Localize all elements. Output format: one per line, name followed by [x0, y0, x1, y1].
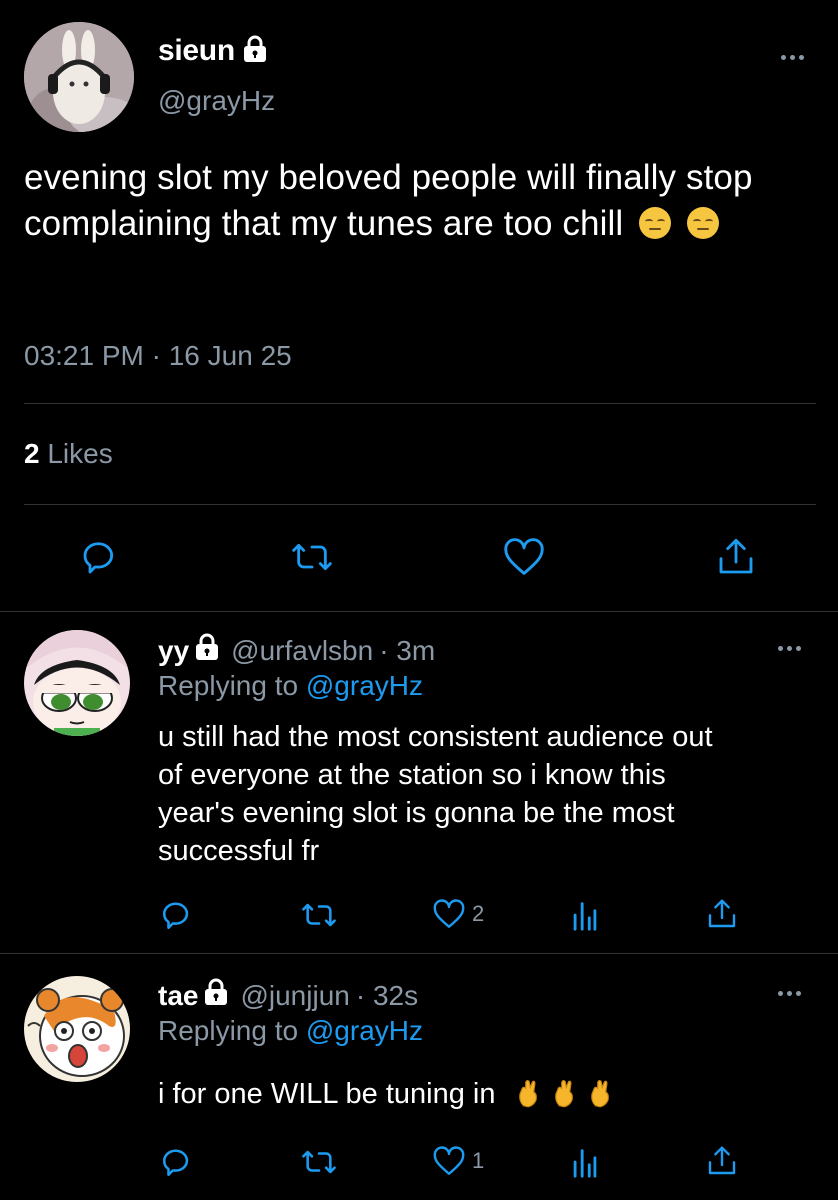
like-button[interactable]: 1: [432, 1145, 484, 1177]
crossed-fingers-icon: [518, 1079, 537, 1108]
retweet-button[interactable]: [300, 1145, 338, 1179]
heart-icon: [433, 1146, 465, 1175]
pensive-face-icon: [686, 207, 719, 239]
like-count: 1: [472, 1148, 485, 1173]
crossed-fingers-icon: [554, 1079, 573, 1108]
replying-to: Replying to @grayHz: [158, 670, 423, 702]
retweet-icon: [302, 903, 336, 927]
divider: [0, 953, 838, 954]
tweet-timestamp[interactable]: 03:21 PM · 16 Jun 25: [24, 340, 292, 372]
reply-author-row: yy @urfavlsbn · 3m: [158, 633, 435, 668]
pensive-face-icon: [639, 207, 672, 239]
reply-icon: [162, 1149, 189, 1177]
share-button[interactable]: [716, 535, 756, 579]
reply-author-name[interactable]: tae: [158, 980, 198, 1012]
divider: [24, 504, 816, 505]
reply-button[interactable]: [160, 898, 194, 932]
share-icon: [708, 899, 736, 928]
reply-author-row: tae @junjjun · 32s: [158, 978, 418, 1013]
reply-text-line: u still had the most consistent audience…: [158, 721, 713, 753]
like-button[interactable]: [502, 537, 546, 577]
lock-icon: [204, 978, 228, 1013]
analytics-icon: [573, 1149, 597, 1178]
retweet-button[interactable]: [290, 537, 334, 577]
avatar[interactable]: [24, 22, 134, 132]
main-tweet-header: sieun @grayHz: [24, 22, 814, 132]
divider: [0, 611, 838, 612]
reply-text: u still had the most consistent audience…: [158, 718, 818, 870]
reply-icon: [83, 542, 114, 574]
lock-icon: [243, 35, 267, 68]
replying-prefix: Replying to: [158, 670, 299, 701]
author-name[interactable]: sieun: [158, 34, 235, 68]
share-icon: [719, 538, 753, 574]
avatar[interactable]: [24, 976, 130, 1082]
reply-text-line: year's evening slot is gonna be the most: [158, 797, 675, 829]
crossed-fingers-icon: [590, 1079, 609, 1108]
reply-text-line: successful fr: [158, 835, 320, 867]
share-icon: [708, 1146, 736, 1175]
reply-text-body: i for one WILL be tuning in: [158, 1078, 496, 1110]
lock-icon: [195, 633, 219, 668]
reply-time[interactable]: · 32s: [356, 980, 418, 1012]
share-button[interactable]: [706, 1143, 738, 1179]
heart-icon: [504, 538, 544, 575]
mention-link[interactable]: @grayHz: [306, 1015, 423, 1046]
retweet-button[interactable]: [300, 898, 338, 932]
analytics-button[interactable]: [570, 1145, 600, 1179]
divider: [24, 403, 816, 404]
like-button[interactable]: 2: [432, 898, 484, 930]
replying-to: Replying to @grayHz: [158, 1015, 423, 1047]
retweet-icon: [292, 543, 332, 571]
retweet-icon: [302, 1150, 336, 1174]
likes-label: Likes: [47, 438, 113, 469]
likes-summary[interactable]: 2 Likes: [24, 438, 113, 470]
reply-time[interactable]: · 3m: [379, 635, 435, 667]
reply-icon: [162, 902, 189, 930]
reply-button[interactable]: [160, 1145, 194, 1179]
analytics-icon: [573, 902, 597, 931]
share-button[interactable]: [706, 896, 738, 932]
reply-author-handle[interactable]: @junjjun: [240, 980, 349, 1012]
more-options-icon[interactable]: [778, 991, 801, 996]
reply-author-name[interactable]: yy: [158, 635, 189, 667]
more-options-icon[interactable]: [781, 55, 804, 60]
plush-bunny-avatar-image: [24, 22, 134, 132]
tweet-thread: sieun @grayHz evening slot my beloved pe…: [0, 0, 838, 1200]
reply-text-line: of everyone at the station so i know thi…: [158, 759, 666, 791]
buttercup-avatar-image: [24, 630, 130, 736]
hamtaro-avatar-image: [24, 976, 130, 1082]
author-row: sieun: [158, 34, 267, 68]
avatar[interactable]: [24, 630, 130, 736]
more-options-icon[interactable]: [778, 646, 801, 651]
heart-icon: [433, 899, 465, 928]
likes-count: 2: [24, 438, 40, 469]
like-count: 2: [472, 901, 485, 926]
author-handle[interactable]: @grayHz: [158, 85, 275, 117]
analytics-button[interactable]: [570, 898, 600, 932]
tweet-text: evening slot my beloved people will fina…: [24, 155, 824, 247]
reply-text: i for one WILL be tuning in: [158, 1075, 818, 1113]
reply-button[interactable]: [80, 537, 120, 577]
replying-prefix: Replying to: [158, 1015, 299, 1046]
reply-author-handle[interactable]: @urfavlsbn: [231, 635, 373, 667]
mention-link[interactable]: @grayHz: [306, 670, 423, 701]
